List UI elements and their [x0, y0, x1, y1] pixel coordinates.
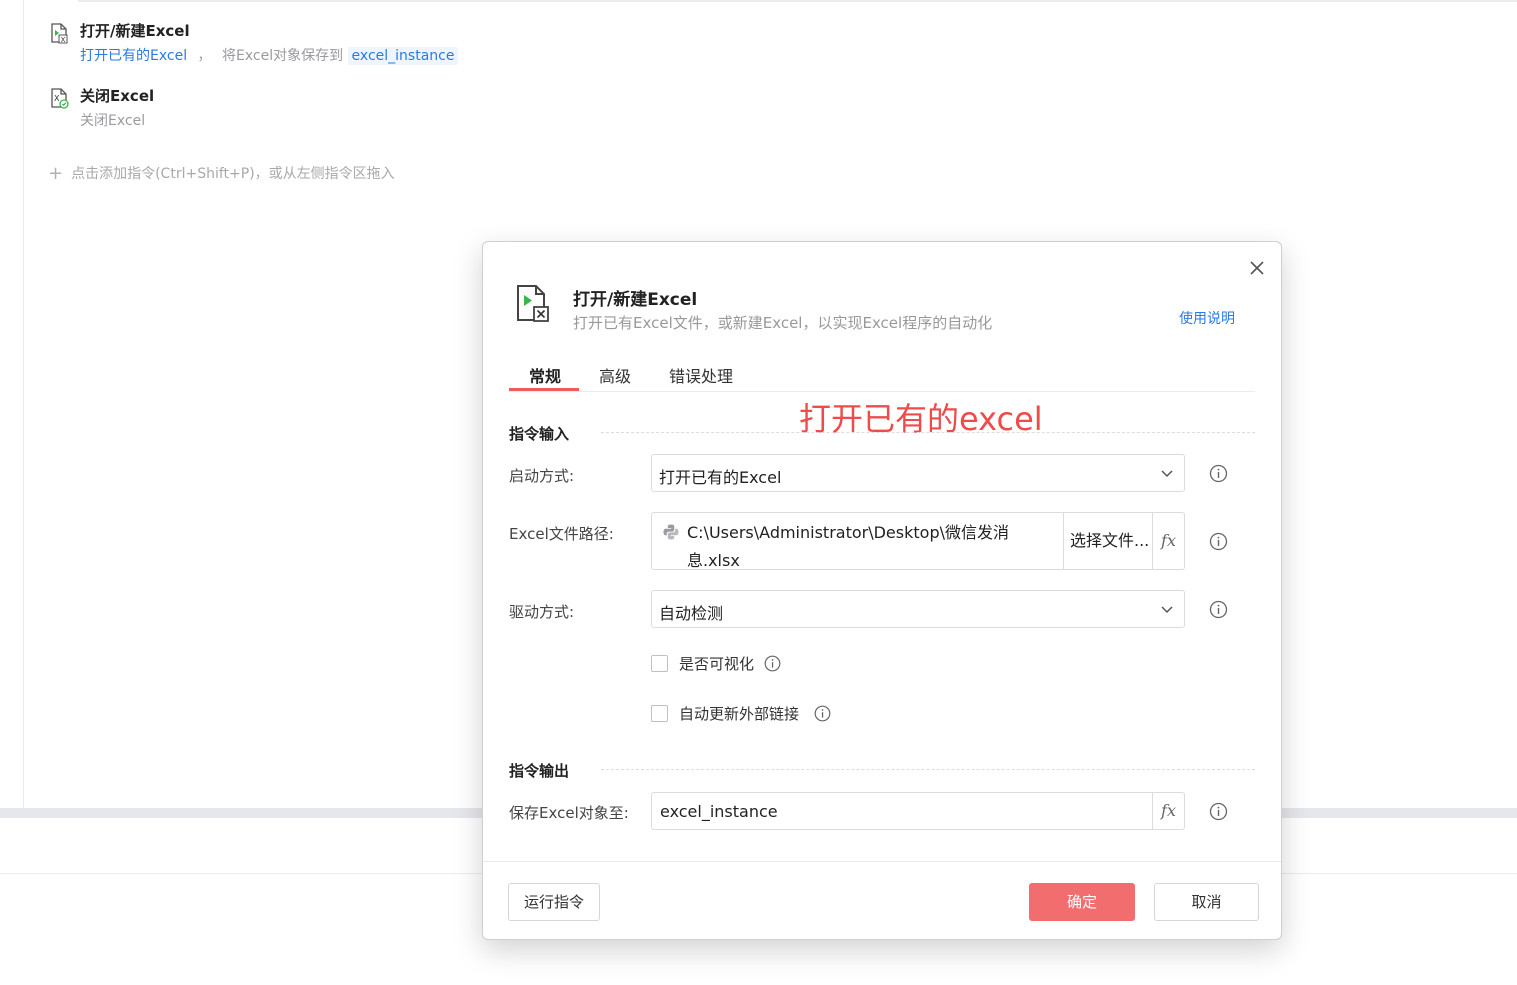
launch-mode-label: 启动方式:	[509, 467, 575, 485]
auto-update-links-label: 自动更新外部链接	[679, 705, 800, 723]
tab-general[interactable]: 常规	[529, 363, 561, 387]
info-icon[interactable]	[1209, 802, 1228, 821]
python-icon	[663, 524, 679, 540]
fx-button[interactable]: fx	[1152, 513, 1184, 569]
file-path-value: C:\Users\Administrator\Desktop\微信发消 息.xl…	[687, 519, 1017, 575]
choose-file-button[interactable]: 选择文件...	[1063, 513, 1154, 569]
step-desc-separator: ，	[197, 48, 212, 64]
chevron-down-icon	[1161, 606, 1173, 614]
fx-button[interactable]: fx	[1152, 793, 1184, 829]
add-hint-text: 点击添加指令(Ctrl+Shift+P)，或从左侧指令区拖入	[71, 166, 395, 182]
tab-bar: 常规 高级 错误处理	[509, 360, 1255, 392]
plus-icon: +	[48, 163, 64, 184]
save-to-value: excel_instance	[660, 802, 778, 821]
save-to-label: 保存Excel对象至:	[509, 804, 629, 822]
section-divider	[601, 432, 1255, 433]
step-action-text: 打开已有的Excel	[80, 48, 188, 64]
file-path-input[interactable]: C:\Users\Administrator\Desktop\微信发消 息.xl…	[651, 512, 1185, 570]
flow-step-open-excel[interactable]: X 打开/新建Excel 打开已有的Excel ， 将Excel对象保存到 ex…	[48, 20, 468, 70]
annotation-text: 打开已有的excel	[799, 400, 1043, 438]
section-input-title: 指令输入	[509, 425, 570, 443]
dialog-subtitle: 打开已有Excel文件，或新建Excel，以实现Excel程序的自动化	[573, 314, 993, 332]
dialog-footer-divider	[483, 861, 1281, 862]
tab-advanced[interactable]: 高级	[599, 363, 631, 387]
add-command-hint[interactable]: + 点击添加指令(Ctrl+Shift+P)，或从左侧指令区拖入	[48, 163, 395, 184]
close-icon[interactable]	[1247, 258, 1267, 278]
svg-text:X: X	[54, 94, 60, 103]
auto-update-links-option[interactable]: 自动更新外部链接	[651, 703, 891, 725]
section-divider	[601, 769, 1255, 770]
section-output-title: 指令输出	[509, 762, 570, 780]
info-icon[interactable]	[1209, 600, 1228, 619]
step-desc-middle: 将Excel对象保存到	[222, 48, 344, 64]
step-description: 打开已有的Excel ， 将Excel对象保存到 excel_instance	[80, 45, 459, 65]
save-to-input[interactable]: excel_instance fx	[651, 792, 1185, 830]
excel-open-icon	[517, 285, 549, 322]
launch-mode-select[interactable]: 打开已有的Excel	[651, 454, 1185, 492]
dialog-title: 打开/新建Excel	[573, 290, 698, 310]
file-path-line-2: 息.xlsx	[687, 551, 740, 570]
auto-update-links-checkbox[interactable]	[651, 705, 668, 722]
info-icon[interactable]	[764, 655, 781, 672]
info-icon[interactable]	[1209, 464, 1228, 483]
file-path-label: Excel文件路径:	[509, 525, 614, 543]
active-tab-indicator	[509, 388, 579, 391]
driver-select[interactable]: 自动检测	[651, 590, 1185, 628]
command-dialog: 打开/新建Excel 打开已有Excel文件，或新建Excel，以实现Excel…	[482, 241, 1282, 940]
visible-label: 是否可视化	[679, 655, 755, 673]
info-icon[interactable]	[814, 705, 831, 722]
confirm-button[interactable]: 确定	[1029, 883, 1135, 921]
run-command-button[interactable]: 运行指令	[508, 883, 600, 921]
visible-option[interactable]: 是否可视化	[651, 653, 851, 675]
step-title: 关闭Excel	[80, 87, 155, 105]
visible-checkbox[interactable]	[651, 655, 668, 672]
excel-close-icon: X	[51, 88, 69, 109]
file-path-line-1: C:\Users\Administrator\Desktop\微信发消	[687, 523, 1009, 542]
editor-left-border	[23, 0, 24, 808]
editor-top-border	[78, 0, 1517, 2]
driver-label: 驱动方式:	[509, 603, 575, 621]
svg-text:X: X	[61, 36, 66, 44]
tab-error-handling[interactable]: 错误处理	[669, 363, 733, 387]
step-description: 关闭Excel	[80, 113, 146, 129]
variable-chip[interactable]: excel_instance	[347, 47, 459, 65]
step-title: 打开/新建Excel	[80, 22, 190, 40]
help-link[interactable]: 使用说明	[1179, 308, 1235, 328]
flow-step-close-excel[interactable]: X 关闭Excel 关闭Excel	[48, 85, 468, 135]
excel-open-icon: X	[51, 23, 68, 44]
driver-value: 自动检测	[659, 604, 724, 623]
chevron-down-icon	[1161, 470, 1173, 478]
cancel-button[interactable]: 取消	[1154, 883, 1259, 921]
launch-mode-value: 打开已有的Excel	[659, 468, 782, 487]
info-icon[interactable]	[1209, 532, 1228, 551]
